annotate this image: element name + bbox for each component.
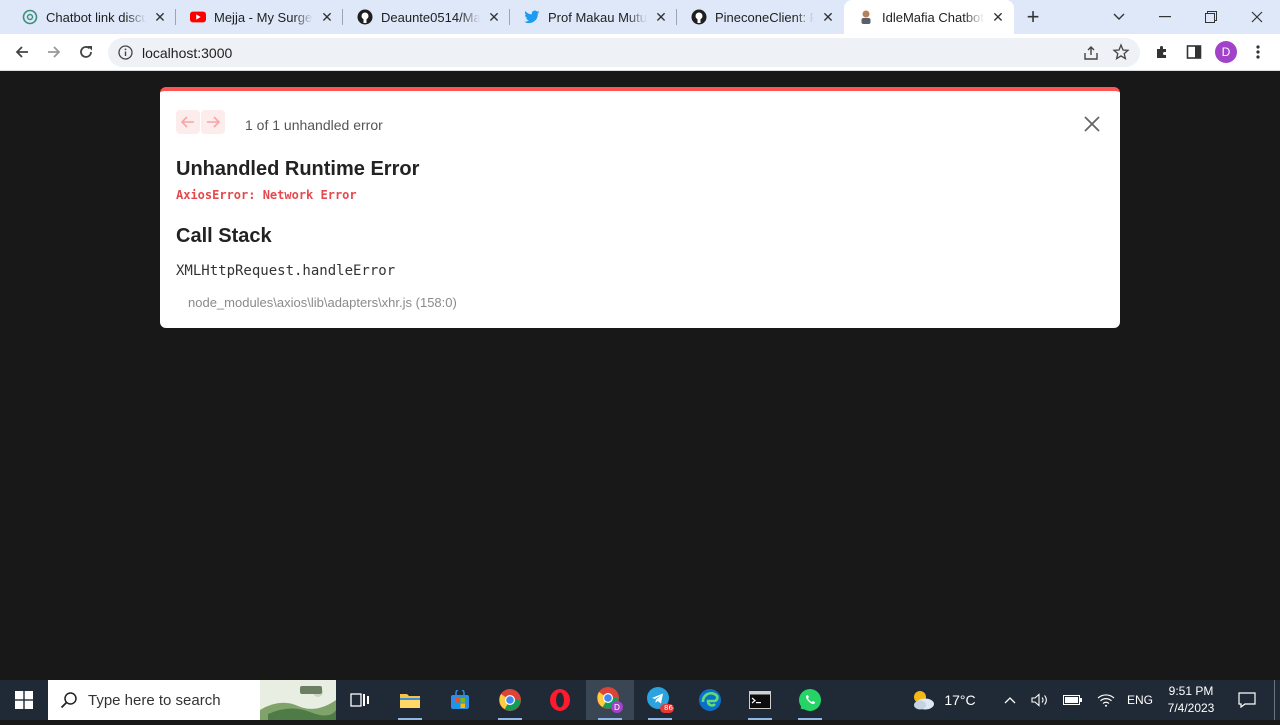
battery-icon[interactable] — [1060, 680, 1086, 720]
tab-idlemafia-chatbot[interactable]: IdleMafia Chatbot ✕ — [844, 0, 1014, 34]
twitter-icon — [524, 9, 540, 25]
bookmark-star-icon[interactable] — [1112, 43, 1130, 61]
tab-close-icon[interactable]: ✕ — [486, 9, 502, 25]
search-placeholder: Type here to search — [88, 692, 221, 709]
notification-center-icon[interactable] — [1230, 680, 1264, 720]
stack-frame-location[interactable]: node_modules\axios\lib\adapters\xhr.js (… — [188, 295, 457, 310]
system-clock[interactable]: 9:51 PM 7/4/2023 — [1160, 683, 1222, 717]
restore-icon[interactable] — [1188, 0, 1234, 34]
window-close-icon[interactable] — [1234, 0, 1280, 34]
tray-chevron-up-icon[interactable] — [998, 680, 1022, 720]
browser-menu-icon[interactable] — [1244, 38, 1272, 66]
show-desktop-divider[interactable] — [1274, 680, 1275, 720]
opera-icon[interactable] — [536, 680, 584, 720]
clock-date: 7/4/2023 — [1167, 701, 1215, 715]
chrome-profile-icon[interactable]: D — [586, 680, 634, 720]
share-icon[interactable] — [1082, 44, 1100, 62]
error-title: Unhandled Runtime Error — [176, 158, 420, 180]
side-panel-icon[interactable] — [1180, 38, 1208, 66]
weather-cloud-icon[interactable] — [905, 680, 941, 720]
tab-twitter[interactable]: Prof Makau Mutua ✕ — [510, 0, 677, 34]
clock-time: 9:51 PM — [1168, 684, 1214, 698]
tab-close-icon[interactable]: ✕ — [152, 9, 168, 25]
reload-icon[interactable] — [72, 38, 100, 66]
microsoft-store-icon[interactable] — [436, 680, 484, 720]
wifi-icon[interactable] — [1094, 680, 1118, 720]
chrome-icon[interactable] — [486, 680, 534, 720]
tab-search-chevron-icon[interactable] — [1096, 0, 1142, 34]
file-explorer-icon[interactable] — [386, 680, 434, 720]
stack-frame-function: XMLHttpRequest.handleError — [176, 263, 396, 279]
terminal-icon[interactable] — [736, 680, 784, 720]
windows-taskbar: Type here to search D 86 17°C ENG 9:51 P… — [0, 680, 1280, 720]
edge-icon[interactable] — [686, 680, 734, 720]
input-language[interactable]: ENG — [1122, 680, 1158, 720]
tab-youtube[interactable]: Mejja - My Surgery ✕ — [176, 0, 343, 34]
extensions-puzzle-icon[interactable] — [1148, 38, 1176, 66]
tab-github-magic[interactable]: Deaunte0514/Magic ✕ — [343, 0, 510, 34]
error-count: 1 of 1 unhandled error — [245, 117, 383, 133]
search-icon — [60, 691, 78, 709]
youtube-icon — [190, 9, 206, 25]
tab-pinecone-client[interactable]: PineconeClient: Pro ✕ — [677, 0, 844, 34]
address-bar[interactable]: localhost:3000 — [108, 38, 1140, 67]
back-arrow-icon[interactable] — [8, 38, 36, 66]
tab-close-icon[interactable]: ✕ — [820, 9, 836, 25]
tab-title: Prof Makau Mutua — [548, 9, 647, 25]
chatgpt-icon — [22, 9, 38, 25]
profile-avatar[interactable]: D — [1215, 41, 1237, 63]
tab-title: Deaunte0514/Magic — [381, 9, 480, 25]
github-icon — [691, 9, 707, 25]
minimize-icon[interactable] — [1142, 0, 1188, 34]
site-favicon — [858, 9, 874, 25]
weather-temperature[interactable]: 17°C — [941, 680, 979, 720]
windows-start-icon[interactable] — [0, 680, 48, 720]
tab-chatbot-link[interactable]: Chatbot link discussion ✕ — [8, 0, 176, 34]
telegram-badge: 86 — [664, 704, 673, 712]
url-text[interactable]: localhost:3000 — [142, 45, 232, 61]
volume-icon[interactable] — [1028, 680, 1052, 720]
tab-close-icon[interactable]: ✕ — [990, 9, 1006, 25]
task-view-icon[interactable] — [336, 680, 384, 720]
forward-arrow-icon[interactable] — [40, 38, 68, 66]
previous-error-button[interactable] — [176, 110, 200, 134]
telegram-icon[interactable]: 86 — [636, 680, 684, 720]
error-overlay-dialog: 1 of 1 unhandled error Unhandled Runtime… — [160, 87, 1120, 328]
tab-title: Mejja - My Surgery — [214, 9, 313, 25]
browser-toolbar: localhost:3000 — [0, 34, 1280, 71]
whatsapp-icon[interactable] — [786, 680, 834, 720]
github-icon — [357, 9, 373, 25]
tab-close-icon[interactable]: ✕ — [319, 9, 335, 25]
svg-text:D: D — [614, 703, 620, 712]
call-stack-title: Call Stack — [176, 225, 272, 247]
taskbar-search-box[interactable]: Type here to search — [48, 680, 336, 720]
tab-title: PineconeClient: Pro — [715, 9, 814, 25]
tab-title: Chatbot link discussion — [46, 9, 146, 25]
search-highlight-illustration — [260, 680, 336, 720]
site-info-icon[interactable] — [118, 45, 133, 60]
tab-close-icon[interactable]: ✕ — [653, 9, 669, 25]
tab-title: IdleMafia Chatbot — [882, 9, 984, 25]
error-message: AxiosError: Network Error — [176, 188, 357, 202]
close-icon[interactable] — [1082, 114, 1102, 134]
next-error-button[interactable] — [201, 110, 225, 134]
new-tab-button[interactable]: + — [1020, 4, 1046, 30]
tab-strip: Chatbot link discussion ✕ Mejja - My Sur… — [0, 0, 1280, 34]
